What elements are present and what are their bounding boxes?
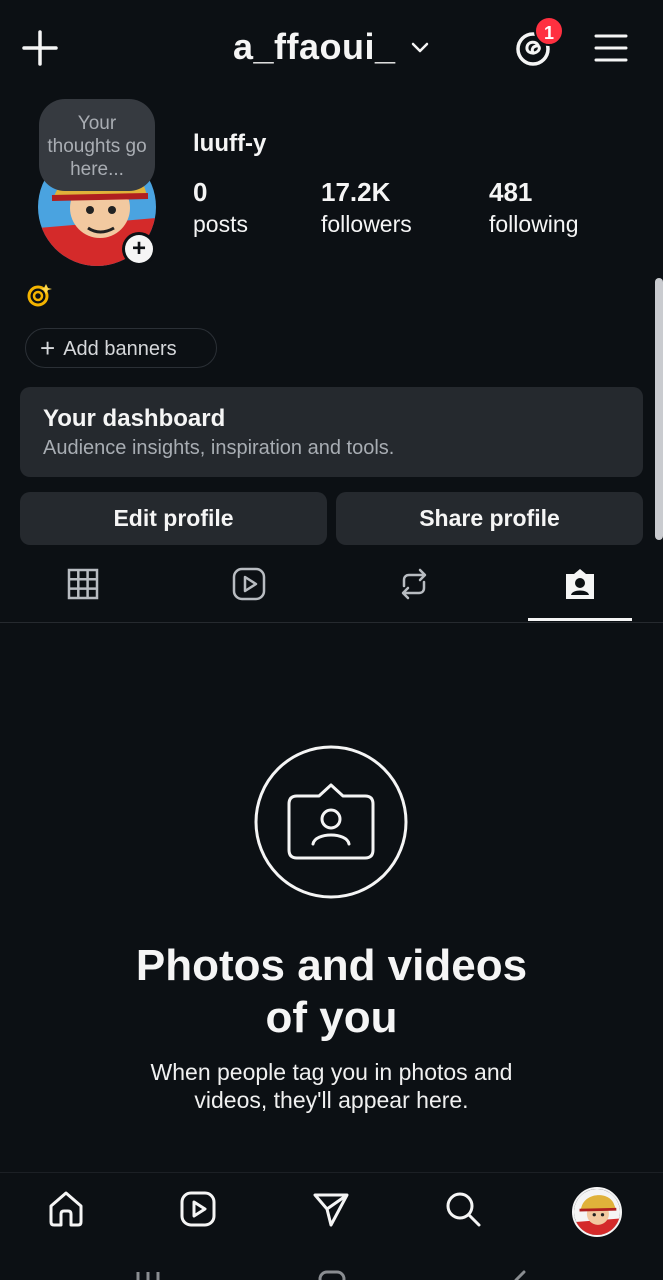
- stat-following[interactable]: 481 following: [489, 176, 579, 240]
- nav-messages[interactable]: [311, 1189, 351, 1229]
- chevron-down-icon: [411, 42, 429, 53]
- add-banners-button[interactable]: + Add banners: [25, 328, 217, 368]
- bottom-navigation: [0, 1172, 663, 1250]
- top-bar: a_ffaoui_ 1: [0, 0, 663, 100]
- avatar-image: [574, 1189, 620, 1235]
- stat-followers[interactable]: 17.2K followers: [321, 176, 412, 240]
- note-bubble[interactable]: Your thoughts go here...: [39, 99, 155, 191]
- system-nav-icons: [136, 1270, 526, 1280]
- edit-profile-button[interactable]: Edit profile: [20, 492, 327, 545]
- empty-state-title-text: Photos and videos of you: [135, 941, 528, 1042]
- scrollbar[interactable]: [655, 278, 663, 540]
- empty-state-subtitle-text: When people tag you in photos and videos…: [150, 1059, 513, 1113]
- nav-search[interactable]: [443, 1189, 483, 1229]
- add-story-button[interactable]: +: [122, 232, 156, 266]
- tagged-photos-icon: [254, 745, 408, 899]
- empty-state-subtitle: When people tag you in photos and videos…: [0, 1058, 663, 1114]
- home-icon: [49, 1191, 83, 1227]
- dizzy-emoji-icon: [27, 284, 52, 307]
- nav-profile-avatar[interactable]: [572, 1187, 622, 1237]
- tab-tagged[interactable]: [528, 560, 632, 622]
- grid-icon: [67, 568, 99, 600]
- notification-badge: 1: [534, 16, 564, 46]
- send-icon: [313, 1193, 349, 1227]
- stat-value: 481: [489, 177, 533, 207]
- reposts-icon: [401, 568, 427, 600]
- hamburger-menu-icon: [594, 34, 628, 62]
- menu-button[interactable]: [593, 30, 629, 66]
- active-tab-indicator: [528, 618, 632, 621]
- stat-label: following: [489, 211, 579, 237]
- stat-posts[interactable]: 0 posts: [193, 176, 248, 240]
- share-profile-button[interactable]: Share profile: [336, 492, 643, 545]
- tab-reposts[interactable]: [362, 560, 466, 622]
- system-navigation-bar: [0, 1250, 663, 1280]
- stat-label: followers: [321, 211, 412, 237]
- profile-tabs: [0, 560, 663, 623]
- stat-value: 0: [193, 177, 208, 207]
- username: a_ffaoui_: [233, 26, 396, 67]
- plus-icon: +: [40, 333, 56, 363]
- tagged-icon: [566, 569, 594, 599]
- reels-icon: [180, 1191, 216, 1227]
- dashboard-subtitle: Audience insights, inspiration and tools…: [43, 437, 395, 459]
- stat-label: posts: [193, 211, 248, 237]
- dashboard-title: Your dashboard: [43, 405, 226, 432]
- nav-home[interactable]: [46, 1189, 86, 1229]
- tab-reels[interactable]: [197, 560, 301, 622]
- search-icon: [446, 1192, 481, 1227]
- stat-value: 17.2K: [321, 177, 391, 207]
- nav-reels[interactable]: [178, 1189, 218, 1229]
- add-story-plus-icon: +: [125, 235, 153, 263]
- add-banners-label: Add banners: [63, 338, 177, 360]
- empty-state-title: Photos and videos of you: [0, 940, 663, 1044]
- display-name: luuff-y: [193, 130, 267, 157]
- tab-posts[interactable]: [31, 560, 135, 622]
- reels-icon: [232, 567, 266, 601]
- dashboard-card[interactable]: Your dashboard Audience insights, inspir…: [20, 387, 643, 477]
